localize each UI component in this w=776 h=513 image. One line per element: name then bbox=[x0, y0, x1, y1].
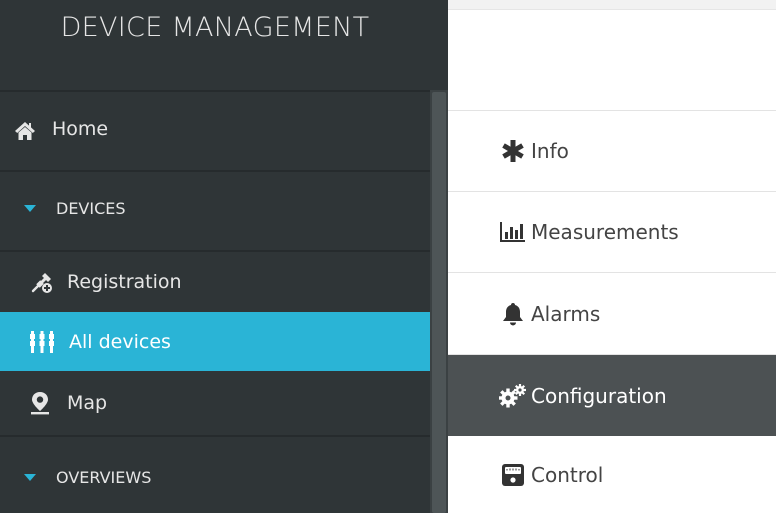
gears-icon bbox=[498, 383, 528, 408]
asterisk-icon bbox=[498, 139, 528, 163]
sidebar-item-registration[interactable]: Registration bbox=[0, 250, 430, 312]
sidebar-scrollbar-thumb[interactable] bbox=[432, 92, 446, 513]
tab-measurements[interactable]: Measurements bbox=[448, 192, 776, 273]
tab-alarms[interactable]: Alarms bbox=[448, 273, 776, 355]
top-border bbox=[448, 0, 776, 10]
tab-label: Measurements bbox=[531, 220, 679, 244]
sidebar-section-label: DEVICES bbox=[56, 198, 126, 218]
sidebar-section-devices[interactable]: DEVICES bbox=[0, 170, 430, 250]
tab-label: Configuration bbox=[531, 383, 667, 408]
caret-down-icon bbox=[24, 473, 36, 481]
sidebar-item-label: Map bbox=[67, 392, 108, 414]
sidebar-item-all-devices[interactable]: All devices bbox=[0, 312, 448, 371]
satellite-add-icon bbox=[30, 270, 54, 294]
control-panel-icon bbox=[498, 463, 528, 487]
tab-label: Alarms bbox=[531, 301, 601, 326]
tab-configuration[interactable]: Configuration bbox=[448, 355, 776, 436]
sidebar-item-label: Home bbox=[52, 118, 109, 140]
sidebar: DEVICE MANAGEMENT Home DEVICES Registrat… bbox=[0, 0, 448, 513]
tab-control[interactable]: Control bbox=[448, 436, 776, 513]
bell-icon bbox=[498, 302, 528, 326]
app-title: DEVICE MANAGEMENT bbox=[60, 12, 370, 43]
devices-grid-icon bbox=[30, 330, 54, 353]
sidebar-section-label: OVERVIEWS bbox=[56, 467, 152, 487]
sidebar-section-overviews[interactable]: OVERVIEWS bbox=[0, 435, 430, 513]
caret-down-icon bbox=[24, 204, 36, 212]
content-header bbox=[448, 10, 776, 111]
sidebar-item-label: Registration bbox=[67, 271, 182, 293]
tab-label: Info bbox=[531, 139, 569, 163]
sidebar-item-label: All devices bbox=[69, 330, 171, 353]
bar-chart-icon bbox=[498, 221, 528, 243]
map-marker-icon bbox=[30, 391, 50, 415]
sidebar-item-map[interactable]: Map bbox=[0, 371, 430, 435]
tab-info[interactable]: Info bbox=[448, 111, 776, 192]
home-icon bbox=[14, 121, 36, 141]
sidebar-item-home[interactable]: Home bbox=[0, 90, 430, 170]
tab-label: Control bbox=[531, 462, 604, 487]
